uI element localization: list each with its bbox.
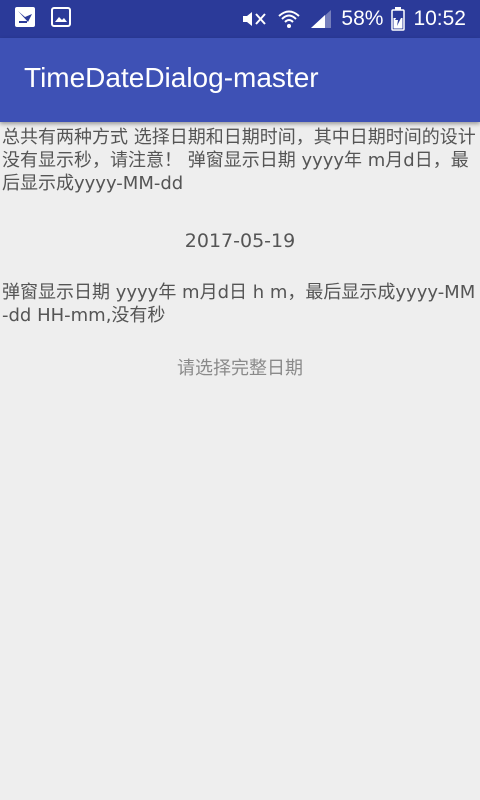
battery-icon: [391, 7, 406, 31]
wifi-icon: [277, 8, 301, 30]
vibrate-icon: [241, 8, 269, 30]
signal-icon: [309, 8, 333, 30]
app-bar: TimeDateDialog-master: [0, 38, 480, 122]
main-content: 总共有两种方式 选择日期和日期时间，其中日期时间的设计没有显示秒，请注意！ 弹窗…: [0, 122, 480, 381]
intro-text: 总共有两种方式 选择日期和日期时间，其中日期时间的设计没有显示秒，请注意！ 弹窗…: [2, 127, 476, 194]
battery-percentage: 58%: [341, 7, 384, 30]
status-left-icons: [14, 6, 72, 32]
date-value[interactable]: 2017-05-19: [0, 229, 480, 253]
status-bar: 58% 10:52: [0, 0, 480, 38]
clock: 10:52: [413, 7, 466, 30]
image-icon: [50, 6, 72, 32]
notification-app-icon: [14, 6, 36, 32]
status-right-icons: 58% 10:52: [241, 0, 466, 38]
app-title: TimeDateDialog-master: [24, 62, 319, 93]
datetime-description: 弹窗显示日期 yyyy年 m月d日 h m，最后显示成yyyy-MM-dd HH…: [2, 282, 476, 326]
datetime-picker-hint[interactable]: 请选择完整日期: [0, 357, 480, 381]
